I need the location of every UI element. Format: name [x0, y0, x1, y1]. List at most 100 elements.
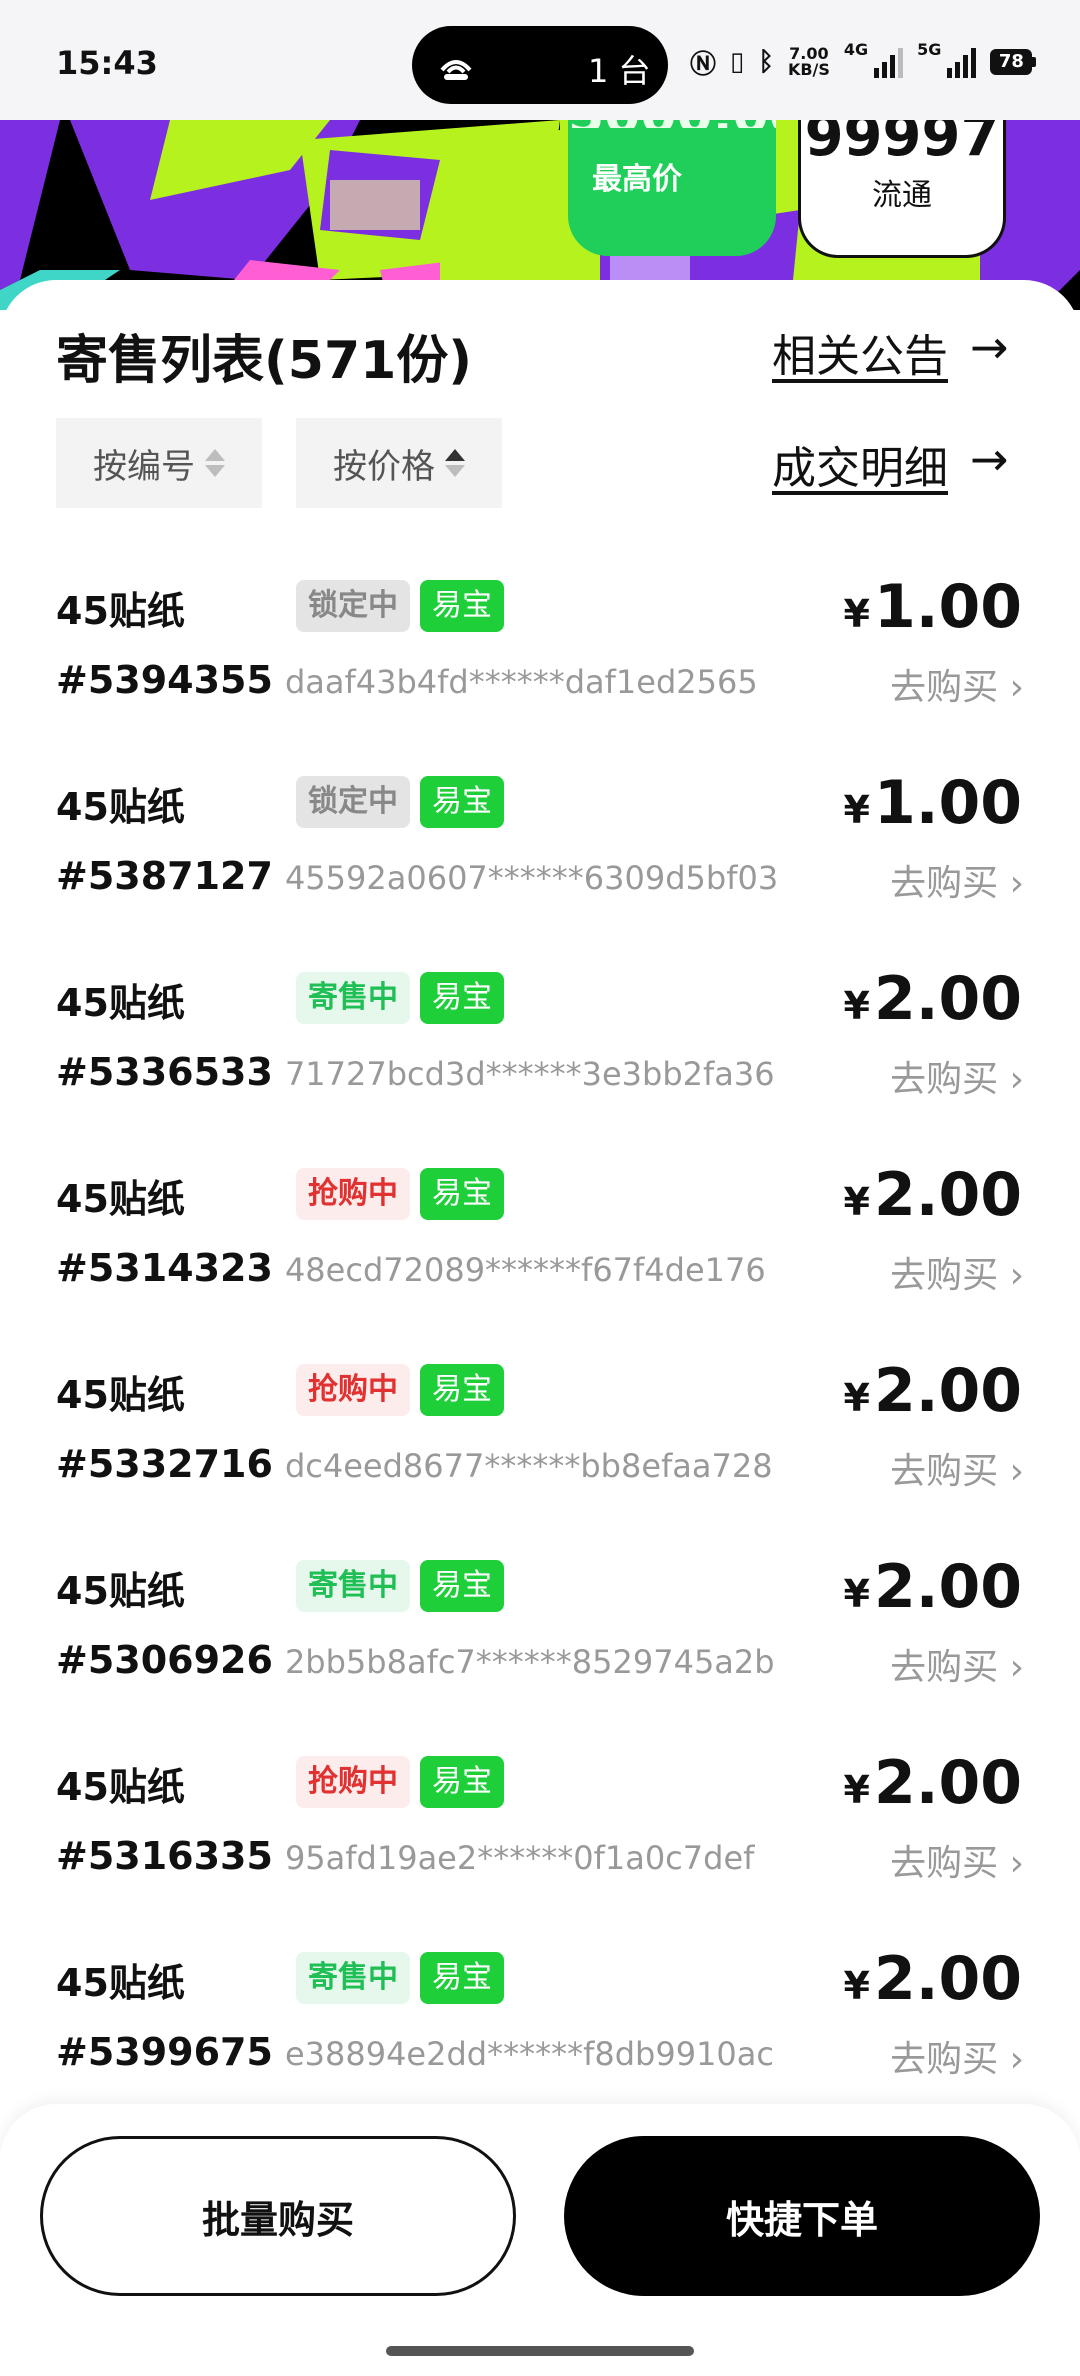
go-buy-label: 去购买 — [890, 1255, 999, 1296]
token-hash: dc4eed8677******bb8efaa728 — [284, 1447, 773, 1485]
item-name: 45贴纸 — [56, 785, 185, 829]
serial-number: #5332716 dc4eed8677******bb8efaa728 — [56, 1442, 773, 1486]
batch-buy-button[interactable]: 批量购买 — [40, 2136, 516, 2296]
listing-row[interactable]: 45贴纸 抢购中 易宝 ¥2.00 #5316335 95afd19ae2******0f… — [0, 1742, 1080, 1938]
circulation-card: 99997 流通 — [798, 120, 1006, 258]
network-type-4g: 4G — [843, 40, 869, 59]
quick-order-button[interactable]: 快捷下单 — [564, 2136, 1040, 2296]
listing-row[interactable]: 45贴纸 锁定中 易宝 ¥1.00 #5394355 daaf43b4fd******da… — [0, 566, 1080, 762]
page-title: 寄售列表(571份) — [56, 331, 473, 391]
go-buy-link[interactable]: 去购买 › — [890, 2030, 1024, 2082]
status-badge: 寄售中 — [296, 972, 410, 1024]
price-value: 2.00 — [873, 1160, 1022, 1230]
platform-badge: 易宝 — [420, 580, 504, 632]
status-bar: 15:43 1 台 Ⓝ ▯ ᛒ 7.00 KB/S 4G 5G 78 — [0, 0, 1080, 120]
transactions-link[interactable]: 成交明细 — [772, 432, 948, 496]
go-buy-link[interactable]: 去购买 › — [890, 1638, 1024, 1690]
platform-badge: 易宝 — [420, 1952, 504, 2004]
item-price: ¥2.00 — [844, 1160, 1023, 1230]
max-price-card: 5000.00 最高价 — [568, 120, 776, 256]
listing-row[interactable]: 45贴纸 锁定中 易宝 ¥1.00 #5387127 45592a0607******63… — [0, 762, 1080, 958]
sort-by-price-label: 按价格 — [333, 446, 435, 487]
sort-arrows-icon — [205, 449, 225, 477]
serial-id: #5316335 — [56, 1834, 273, 1878]
vibrate-icon: ▯ — [730, 47, 745, 77]
item-price: ¥2.00 — [844, 1356, 1023, 1426]
currency-symbol: ¥ — [843, 1572, 870, 1616]
sort-by-price-button[interactable]: 按价格 — [296, 418, 502, 508]
go-buy-link[interactable]: 去购买 › — [890, 1442, 1024, 1494]
item-price: ¥2.00 — [844, 1944, 1023, 2014]
status-badge: 锁定中 — [296, 776, 410, 828]
home-indicator[interactable] — [386, 2346, 694, 2356]
status-badge: 抢购中 — [296, 1756, 410, 1808]
platform-badge: 易宝 — [420, 1364, 504, 1416]
listing-row[interactable]: 45贴纸 寄售中 易宝 ¥2.00 #5336533 71727bcd3d******3e… — [0, 958, 1080, 1154]
cast-icon — [440, 60, 472, 80]
price-value: 1.00 — [873, 768, 1022, 838]
circulation-value: 99997 — [804, 120, 1000, 169]
status-badge: 抢购中 — [296, 1168, 410, 1220]
status-badge: 锁定中 — [296, 580, 410, 632]
token-hash: 71727bcd3d******3e3bb2fa36 — [284, 1055, 775, 1093]
max-price-value: 5000.00 — [568, 120, 776, 128]
go-buy-link[interactable]: 去购买 › — [890, 854, 1024, 906]
token-hash: 45592a0607******6309d5bf03 — [284, 859, 779, 897]
currency-symbol: ¥ — [843, 1768, 870, 1812]
chevron-right-icon: › — [1009, 1255, 1024, 1296]
chevron-right-icon: › — [1009, 1647, 1024, 1688]
sort-by-number-button[interactable]: 按编号 — [56, 418, 262, 508]
item-name: 45贴纸 — [56, 589, 185, 633]
go-buy-label: 去购买 — [890, 1059, 999, 1100]
dynamic-island[interactable]: 1 台 — [412, 26, 668, 104]
price-value: 1.00 — [873, 572, 1022, 642]
go-buy-label: 去购买 — [890, 1451, 999, 1492]
item-price: ¥1.00 — [844, 768, 1023, 838]
announcements-link[interactable]: 相关公告 — [772, 320, 948, 384]
currency-symbol: ¥ — [843, 984, 870, 1028]
status-time: 15:43 — [56, 44, 158, 82]
network-type-5g: 5G — [917, 40, 942, 59]
token-hash: 48ecd72089******f67f4de176 — [284, 1251, 766, 1289]
chevron-right-icon: › — [1009, 1451, 1024, 1492]
chevron-right-icon: › — [1009, 863, 1024, 904]
battery-level: 78 — [990, 49, 1033, 75]
listing-row[interactable]: 45贴纸 抢购中 易宝 ¥2.00 #5314323 48ecd72089******f6… — [0, 1154, 1080, 1350]
serial-number: #5394355 daaf43b4fd******daf1ed2565 — [56, 658, 758, 702]
go-buy-label: 去购买 — [890, 1843, 999, 1884]
chevron-right-icon: › — [1009, 1059, 1024, 1100]
status-badge: 寄售中 — [296, 1952, 410, 2004]
price-value: 2.00 — [873, 1356, 1022, 1426]
go-buy-link[interactable]: 去购买 › — [890, 1834, 1024, 1886]
item-price: ¥2.00 — [844, 964, 1023, 1034]
go-buy-label: 去购买 — [890, 2039, 999, 2080]
currency-symbol: ¥ — [843, 788, 870, 832]
max-price-label: 最高价 — [592, 162, 682, 197]
network-speed: 7.00 KB/S — [787, 44, 830, 79]
status-badge: 寄售中 — [296, 1560, 410, 1612]
announcements-arrow-icon[interactable]: → — [970, 320, 1009, 374]
go-buy-link[interactable]: 去购买 › — [890, 1246, 1024, 1298]
listing-row[interactable]: 45贴纸 寄售中 易宝 ¥2.00 #5306926 2bb5b8afc7******85… — [0, 1546, 1080, 1742]
item-name: 45贴纸 — [56, 1961, 185, 2005]
go-buy-link[interactable]: 去购买 › — [890, 658, 1024, 710]
listing-row[interactable]: 45贴纸 抢购中 易宝 ¥2.00 #5332716 dc4eed8677******bb… — [0, 1350, 1080, 1546]
item-name: 45贴纸 — [56, 981, 185, 1025]
chevron-right-icon: › — [1009, 667, 1024, 708]
item-price: ¥2.00 — [844, 1552, 1023, 1622]
transactions-arrow-icon[interactable]: → — [970, 432, 1009, 486]
go-buy-label: 去购买 — [890, 667, 999, 708]
sort-by-number-label: 按编号 — [93, 446, 195, 487]
price-value: 2.00 — [873, 1944, 1022, 2014]
token-hash: daaf43b4fd******daf1ed2565 — [284, 663, 758, 701]
go-buy-label: 去购买 — [890, 863, 999, 904]
serial-number: #5387127 45592a0607******6309d5bf03 — [56, 854, 778, 898]
serial-id: #5336533 — [56, 1050, 273, 1094]
serial-id: #5387127 — [56, 854, 273, 898]
signal-icon-2 — [947, 46, 977, 78]
currency-symbol: ¥ — [843, 1376, 870, 1420]
token-hash: 2bb5b8afc7******8529745a2b — [284, 1643, 775, 1681]
battery-icon: 78 — [990, 49, 1037, 75]
go-buy-link[interactable]: 去购买 › — [890, 1050, 1024, 1102]
cast-device-count: 1 台 — [588, 52, 651, 90]
